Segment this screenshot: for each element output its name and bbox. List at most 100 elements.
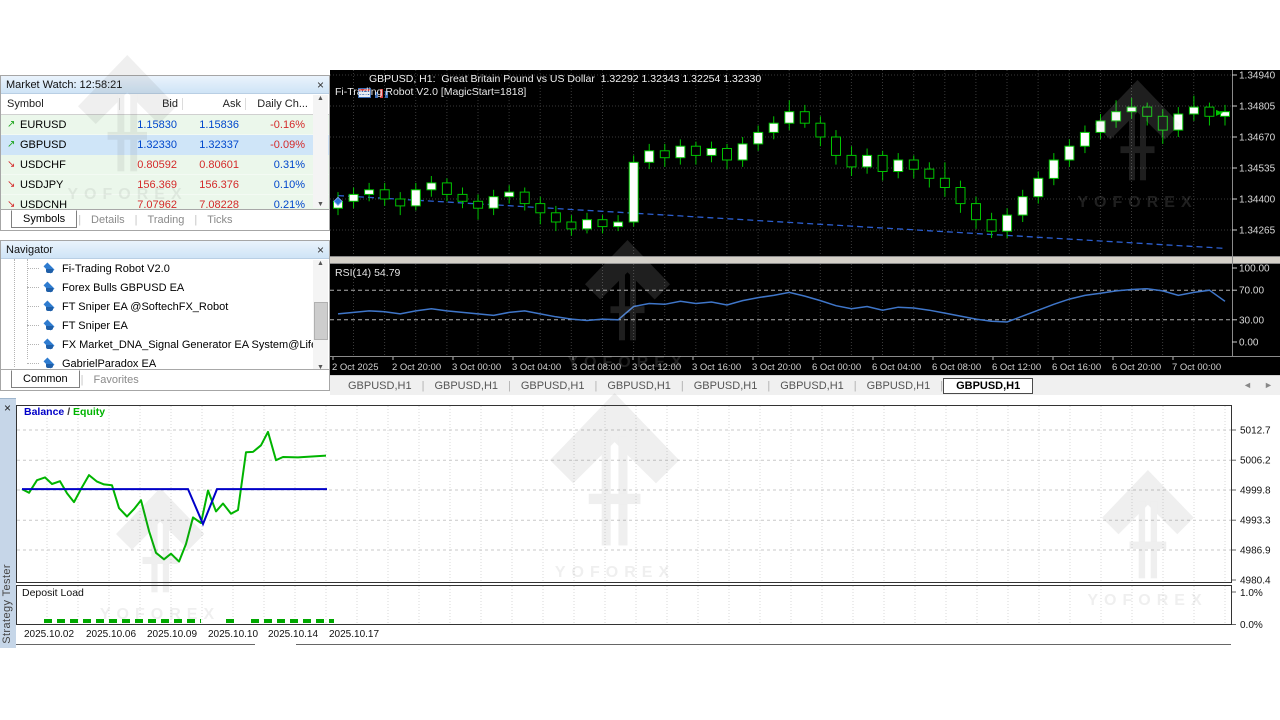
column-header-daily-change[interactable]: Daily Ch... — [245, 98, 314, 110]
bid-cell: 0.80592 — [119, 159, 181, 171]
strategy-tester-label: Strategy Tester — [1, 564, 13, 644]
svg-text:3 Oct 08:00: 3 Oct 08:00 — [572, 362, 621, 373]
expert-advisor-icon — [42, 357, 57, 369]
chart-tab[interactable]: GBPUSD,H1 — [684, 378, 768, 394]
column-header-ask[interactable]: Ask — [182, 98, 245, 110]
svg-text:3 Oct 12:00: 3 Oct 12:00 — [632, 362, 681, 373]
tree-guide-line — [27, 259, 28, 359]
tree-item-ea[interactable]: FT Sniper EA @SoftechFX_Robot — [1, 297, 313, 316]
svg-text:30.00: 30.00 — [1239, 315, 1264, 326]
table-row[interactable]: ↘USDCHF0.805920.806010.31% — [1, 155, 329, 175]
tree-item-ea[interactable]: FX Market_DNA_Signal Generator EA System… — [1, 335, 313, 354]
column-header-bid[interactable]: Bid — [119, 98, 182, 110]
tab-trading[interactable]: Trading — [139, 212, 194, 228]
tree-connector — [27, 363, 39, 364]
ask-cell: 1.15836 — [181, 119, 243, 131]
tab-symbols[interactable]: Symbols — [11, 210, 77, 228]
tree-connector — [27, 344, 39, 345]
bid-cell: 1.15830 — [119, 119, 181, 131]
tab-common[interactable]: Common — [11, 370, 80, 388]
table-row[interactable]: ↗GBPUSD1.323301.32337-0.09% — [1, 135, 329, 155]
balance-equity-chart-svg[interactable]: 5012.75006.24999.84993.34986.94980.41.0%… — [16, 400, 1280, 650]
chart-window[interactable]: 1.349401.348051.346701.345351.344001.342… — [330, 70, 1280, 375]
market-watch-scrollbar[interactable]: ▲ ▼ — [313, 95, 328, 208]
svg-text:1.0%: 1.0% — [1240, 588, 1263, 599]
tab-scroll-left-icon[interactable]: ◄ — [1243, 380, 1252, 390]
chart-tab-bar: GBPUSD,H1|GBPUSD,H1|GBPUSD,H1|GBPUSD,H1|… — [330, 375, 1280, 395]
tree-item-ea[interactable]: Fi-Trading Robot V2.0 — [1, 259, 313, 278]
tree-connector — [27, 287, 39, 288]
tree-item-label: FT Sniper EA — [62, 320, 128, 332]
svg-text:4986.9: 4986.9 — [1240, 546, 1271, 557]
tab-ticks[interactable]: Ticks — [198, 212, 241, 228]
close-icon[interactable]: × — [317, 79, 324, 91]
market-watch-column-headers[interactable]: Symbol Bid Ask Daily Ch... — [1, 94, 329, 115]
column-header-symbol[interactable]: Symbol — [7, 98, 119, 110]
tree-item-ea[interactable]: FT Sniper EA — [1, 316, 313, 335]
scroll-up-icon[interactable]: ▲ — [317, 260, 324, 267]
svg-text:6 Oct 08:00: 6 Oct 08:00 — [932, 362, 981, 373]
tree-guide-line — [14, 259, 15, 367]
close-icon[interactable]: × — [4, 402, 11, 414]
spreadsheet-icon — [335, 75, 348, 85]
close-icon[interactable]: × — [317, 244, 324, 256]
svg-text:6 Oct 04:00: 6 Oct 04:00 — [872, 362, 921, 373]
tree-item-label: Fi-Trading Robot V2.0 — [62, 263, 170, 275]
chart-tab[interactable]: GBPUSD,H1 — [424, 378, 508, 394]
trend-down-icon: ↘ — [7, 159, 20, 170]
chart-tab[interactable]: GBPUSD,H1 — [597, 378, 681, 394]
table-row[interactable]: ↘USDJPY156.369156.3760.10% — [1, 175, 329, 195]
market-watch-title: Market Watch: 12:58:21 — [6, 79, 122, 91]
symbol-cell: EURUSD — [20, 119, 119, 131]
trend-up-icon: ↗ — [7, 119, 20, 130]
chart-tab[interactable]: GBPUSD,H1 — [511, 378, 595, 394]
daily-change-cell: -0.09% — [243, 139, 311, 151]
scrollbar-thumb[interactable] — [314, 302, 328, 340]
svg-text:6 Oct 00:00: 6 Oct 00:00 — [812, 362, 861, 373]
tab-scroll-right-icon[interactable]: ► — [1264, 380, 1273, 390]
svg-text:70.00: 70.00 — [1239, 286, 1264, 297]
expert-advisor-icon — [42, 319, 57, 332]
legend-separator: / — [64, 406, 73, 418]
market-watch-panel: Market Watch: 12:58:21 × Symbol Bid Ask … — [0, 75, 330, 231]
tree-item-label: Forex Bulls GBPUSD EA — [62, 282, 184, 294]
market-watch-titlebar: Market Watch: 12:58:21 × — [1, 76, 329, 94]
expert-advisor-icon — [42, 300, 57, 313]
svg-text:1.34265: 1.34265 — [1239, 226, 1276, 237]
chart-tab[interactable]: GBPUSD,H1 — [770, 378, 854, 394]
tab-favorites[interactable]: Favorites — [84, 372, 147, 388]
svg-text:2025.10.09: 2025.10.09 — [147, 629, 197, 640]
chart-tab[interactable]: GBPUSD,H1 — [338, 378, 422, 394]
svg-text:1.34400: 1.34400 — [1239, 195, 1276, 206]
tree-item-ea[interactable]: GabrielParadox EA — [1, 354, 313, 369]
navigator-tree: Fi-Trading Robot V2.0 Forex Bulls GBPUSD … — [1, 259, 313, 369]
bar-chart-icon — [352, 75, 365, 85]
tree-connector — [27, 306, 39, 307]
market-watch-rows: ↗EURUSD1.158301.15836-0.16%↗GBPUSD1.3233… — [1, 115, 329, 215]
symbol-cell: GBPUSD — [20, 139, 119, 151]
tree-item-label: GabrielParadox EA — [62, 358, 156, 370]
symbol-cell: USDJPY — [20, 179, 119, 191]
bid-cell: 156.369 — [119, 179, 181, 191]
chart-header: GBPUSD, H1: Great Britain Pound vs US Do… — [335, 73, 761, 86]
navigator-scrollbar[interactable]: ▲ ▼ — [313, 260, 328, 371]
scroll-up-icon[interactable]: ▲ — [317, 95, 324, 102]
strategy-tester-sidebar[interactable]: × Strategy Tester — [0, 398, 16, 648]
tab-details[interactable]: Details — [82, 212, 134, 228]
expert-advisor-icon — [42, 281, 57, 294]
svg-text:4980.4: 4980.4 — [1240, 576, 1271, 587]
scroll-down-icon[interactable]: ▼ — [317, 201, 324, 208]
chart-tab[interactable]: GBPUSD,H1 — [943, 378, 1033, 394]
candlestick-chart-svg[interactable]: 1.349401.348051.346701.345351.344001.342… — [330, 70, 1280, 375]
chart-tab[interactable]: GBPUSD,H1 — [857, 378, 941, 394]
ask-cell: 156.376 — [181, 179, 243, 191]
table-row[interactable]: ↗EURUSD1.158301.15836-0.16% — [1, 115, 329, 135]
balance-equity-chart[interactable]: 5012.75006.24999.84993.34986.94980.41.0%… — [16, 400, 1280, 655]
svg-text:3 Oct 20:00: 3 Oct 20:00 — [752, 362, 801, 373]
ask-cell: 0.80601 — [181, 159, 243, 171]
tree-item-label: FT Sniper EA @SoftechFX_Robot — [62, 301, 228, 313]
svg-text:1.34940: 1.34940 — [1239, 71, 1276, 82]
tree-item-ea[interactable]: Forex Bulls GBPUSD EA — [1, 278, 313, 297]
candlestick-chart[interactable]: 1.349401.348051.346701.345351.344001.342… — [330, 70, 1280, 375]
symbol-cell: USDCHF — [20, 159, 119, 171]
